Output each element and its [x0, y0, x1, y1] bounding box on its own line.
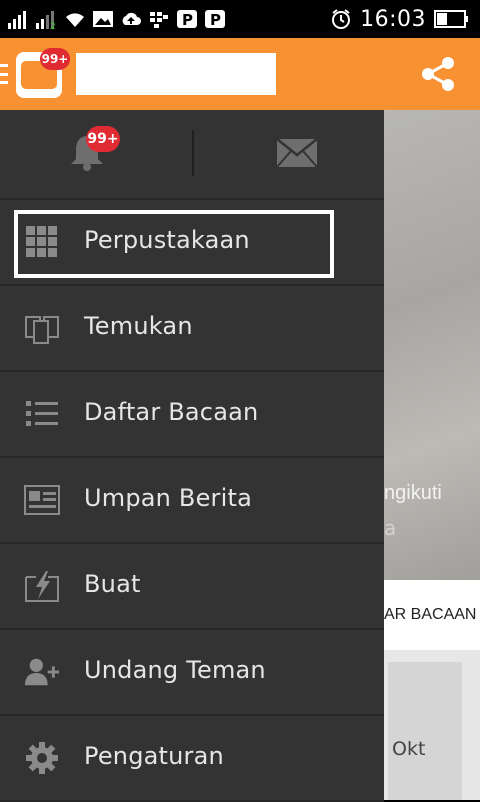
nav-item-invite-friends[interactable]: Undang Teman — [0, 630, 384, 716]
nav-item-label: Daftar Bacaan — [84, 398, 259, 426]
nav-item-label: Perpustakaan — [84, 226, 250, 254]
pinterest-2-icon: P — [204, 8, 226, 30]
nav-item-label: Pengaturan — [84, 742, 224, 770]
discover-cards-icon — [24, 310, 60, 346]
nav-item-label: Umpan Berita — [84, 484, 253, 512]
search-input[interactable] — [76, 53, 276, 95]
navigation-drawer: 99+ Perpustakaan Temukan Daftar Bacaan U… — [0, 110, 384, 802]
tab-reading-list[interactable]: AR BACAAN — [384, 606, 476, 624]
pinterest-icon: P — [176, 8, 198, 30]
grid-icon — [24, 224, 60, 260]
svg-text:P: P — [182, 11, 193, 29]
status-icons-right: 16:03 — [330, 6, 470, 32]
nav-item-label: Buat — [84, 570, 141, 598]
cloud-upload-icon — [120, 8, 142, 30]
header-divider — [192, 130, 194, 176]
mail-icon[interactable] — [276, 138, 318, 168]
signal-2-icon: 2 — [36, 8, 58, 30]
image-icon — [92, 8, 114, 30]
background-photo: ngikuti a — [384, 110, 480, 580]
status-time: 16:03 — [360, 6, 426, 32]
add-person-icon — [24, 654, 60, 690]
nav-item-discover[interactable]: Temukan — [0, 286, 384, 372]
svg-text:P: P — [210, 11, 221, 29]
background-tab-bar: AR BACAAN — [384, 580, 480, 650]
svg-text:2: 2 — [50, 22, 56, 29]
background-content: ngikuti a AR BACAAN Okt — [384, 110, 480, 800]
nav-item-reading-list[interactable]: Daftar Bacaan — [0, 372, 384, 458]
background-photo-text: ngikuti — [384, 482, 442, 504]
alarm-icon — [330, 8, 352, 30]
battery-icon — [434, 8, 470, 30]
app-bar: 99+ — [0, 38, 480, 110]
nav-item-label: Undang Teman — [84, 656, 266, 684]
bell-badge: 99+ — [86, 126, 120, 152]
background-card[interactable]: Okt — [388, 662, 462, 800]
nav-item-create[interactable]: Buat — [0, 544, 384, 630]
news-feed-icon — [24, 482, 60, 518]
nav-item-library[interactable]: Perpustakaan — [0, 200, 384, 286]
create-lightning-icon — [24, 568, 60, 604]
nav-item-label: Temukan — [84, 312, 193, 340]
drawer-toggle-icon[interactable] — [0, 64, 8, 84]
wifi-icon — [64, 8, 86, 30]
notification-count-badge: 99+ — [40, 48, 70, 70]
share-icon[interactable] — [418, 54, 458, 94]
nav-item-settings[interactable]: Pengaturan — [0, 716, 384, 802]
background-photo-subtext: a — [384, 516, 397, 540]
status-icons-left: 2 P P — [8, 6, 226, 32]
bbm-icon — [148, 8, 170, 30]
signal-icon — [8, 8, 30, 30]
background-card-area: Okt — [384, 650, 480, 800]
gear-icon — [24, 740, 60, 776]
list-icon — [24, 396, 60, 432]
status-bar: 2 P P 16:03 — [0, 0, 480, 38]
card-date-text: Okt — [392, 738, 426, 760]
nav-item-news-feed[interactable]: Umpan Berita — [0, 458, 384, 544]
drawer-header: 99+ — [0, 110, 384, 200]
